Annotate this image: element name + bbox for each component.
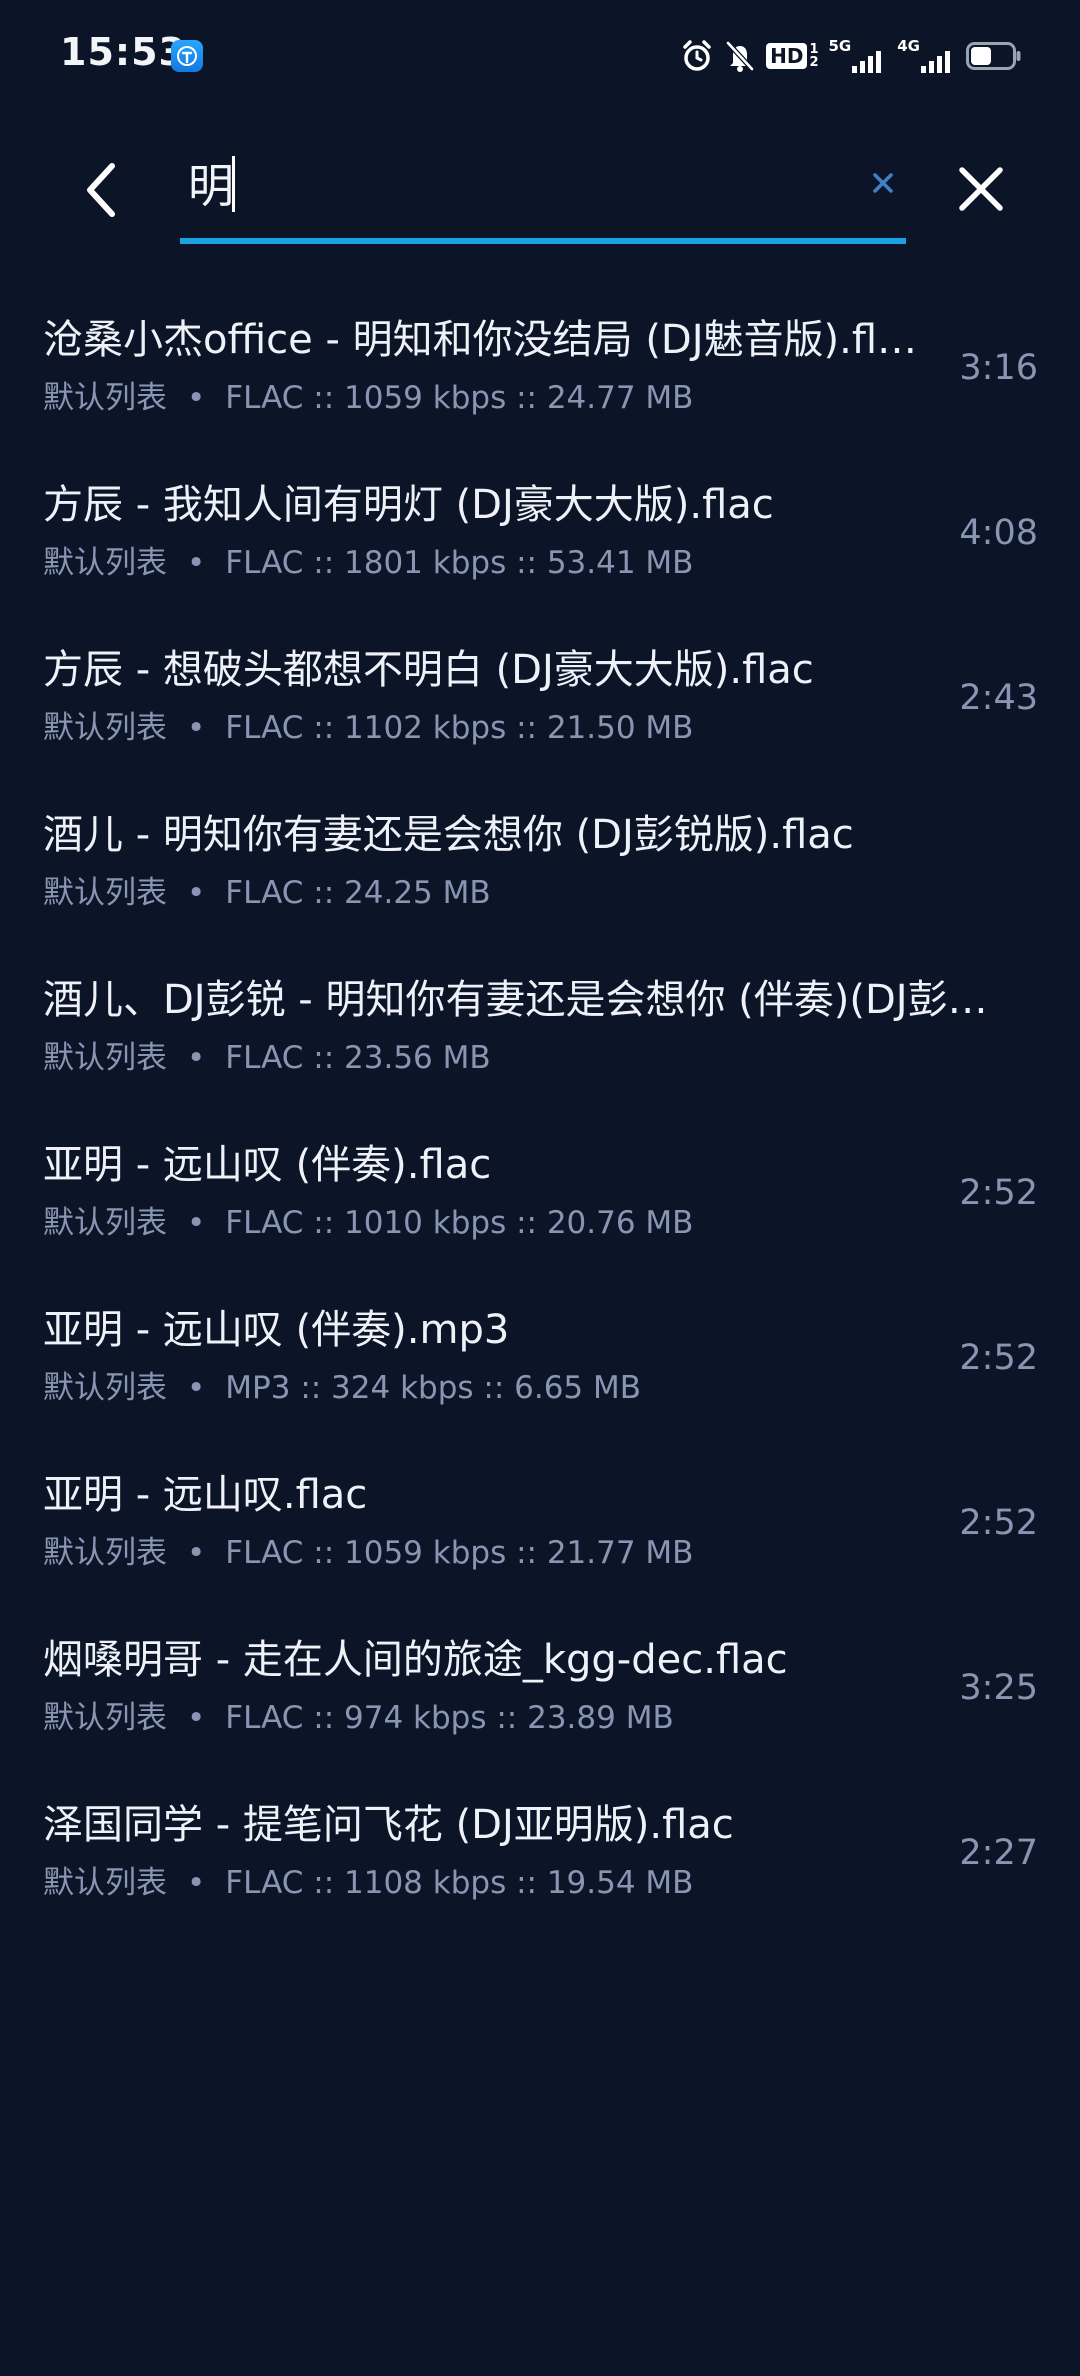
song-meta: 默认列表 • FLAC :: 1102 kbps :: 21.50 MB [43, 706, 693, 750]
song-title: 酒儿、DJ彭锐 - 明知你有妻还是会想你 (伴奏)(DJ彭… [43, 977, 988, 1023]
song-duration: 2:52 [959, 1173, 1038, 1213]
clear-search-button[interactable] [858, 158, 908, 208]
song-title: 方辰 - 想破头都想不明白 (DJ豪大大版).flac [43, 647, 814, 693]
playlist-name: 默认列表 [43, 1865, 167, 1901]
song-meta: 默认列表 • MP3 :: 324 kbps :: 6.65 MB [43, 1366, 641, 1410]
song-meta: 默认列表 • FLAC :: 1108 kbps :: 19.54 MB [43, 1861, 693, 1905]
playlist-name: 默认列表 [43, 1535, 167, 1571]
search-header [0, 130, 1080, 250]
signal-4g-icon: 4G [897, 38, 956, 74]
text-cursor [232, 156, 235, 212]
song-duration: 3:16 [959, 348, 1038, 388]
song-list-item[interactable]: 酒儿 - 明知你有妻还是会想你 (DJ彭锐版).flac默认列表 • FLAC ::… [0, 783, 1080, 948]
playlist-name: 默认列表 [43, 1700, 167, 1736]
hd-badge: HD [766, 43, 808, 69]
song-title: 方辰 - 我知人间有明灯 (DJ豪大大版).flac [43, 482, 774, 528]
song-title: 亚明 - 远山叹.flac [43, 1472, 368, 1518]
song-list-item[interactable]: 方辰 - 想破头都想不明白 (DJ豪大大版).flac默认列表 • FLAC :: … [0, 618, 1080, 783]
meta-separator: • [187, 1370, 206, 1406]
song-meta: 默认列表 • FLAC :: 1801 kbps :: 53.41 MB [43, 541, 693, 585]
status-icons: HD 1 2 5G 4G [680, 36, 1022, 76]
song-meta: 默认列表 • FLAC :: 1059 kbps :: 21.77 MB [43, 1531, 693, 1575]
playlist-name: 默认列表 [43, 1370, 167, 1406]
song-title: 沧桑小杰office - 明知和你没结局 (DJ魅音版).flac [43, 317, 923, 363]
song-list-item[interactable]: 酒儿、DJ彭锐 - 明知你有妻还是会想你 (伴奏)(DJ彭… 默认列表 • FLAC … [0, 948, 1080, 1113]
meta-separator: • [187, 380, 206, 416]
meta-separator: • [187, 545, 206, 581]
back-button[interactable] [70, 152, 130, 228]
file-details: FLAC :: 1102 kbps :: 21.50 MB [225, 710, 694, 746]
meta-separator: • [187, 1040, 206, 1076]
song-title: 烟嗓明哥 - 走在人间的旅途_kgg-dec.flac [43, 1637, 788, 1683]
song-duration: 2:52 [959, 1503, 1038, 1543]
file-details: FLAC :: 1801 kbps :: 53.41 MB [225, 545, 694, 581]
song-title: 亚明 - 远山叹 (伴奏).flac [43, 1142, 492, 1188]
playlist-name: 默认列表 [43, 1040, 167, 1076]
song-meta: 默认列表 • FLAC :: 23.56 MB [43, 1036, 491, 1080]
song-list-item[interactable]: 沧桑小杰office - 明知和你没结局 (DJ魅音版).flac 默认列表 • FL… [0, 288, 1080, 453]
song-duration: 2:52 [959, 1338, 1038, 1378]
song-list-item[interactable]: 烟嗓明哥 - 走在人间的旅途_kgg-dec.flac默认列表 • FLAC :: … [0, 1608, 1080, 1773]
battery-icon [966, 41, 1022, 71]
meta-separator: • [187, 710, 206, 746]
meta-separator: • [187, 1700, 206, 1736]
playlist-name: 默认列表 [43, 545, 167, 581]
file-details: FLAC :: 974 kbps :: 23.89 MB [225, 1700, 674, 1736]
song-duration: 2:43 [959, 678, 1038, 718]
close-search-button[interactable] [946, 154, 1016, 224]
close-icon [959, 167, 1003, 211]
song-duration: 3:25 [959, 1668, 1038, 1708]
file-details: FLAC :: 1010 kbps :: 20.76 MB [225, 1205, 694, 1241]
file-details: FLAC :: 1059 kbps :: 21.77 MB [225, 1535, 694, 1571]
clear-icon [873, 173, 893, 193]
search-box[interactable] [180, 130, 906, 244]
playlist-name: 默认列表 [43, 380, 167, 416]
alarm-icon [680, 39, 714, 73]
song-title: 泽国同学 - 提笔问飞花 (DJ亚明版).flac [43, 1802, 734, 1848]
song-list-item[interactable]: 泽国同学 - 提笔问飞花 (DJ亚明版).flac默认列表 • FLAC :: 11… [0, 1773, 1080, 1938]
song-list-item[interactable]: 亚明 - 远山叹 (伴奏).flac默认列表 • FLAC :: 1010 kbps… [0, 1113, 1080, 1278]
song-meta: 默认列表 • FLAC :: 24.25 MB [43, 871, 491, 915]
playlist-name: 默认列表 [43, 875, 167, 911]
net-4g-label: 4G [897, 37, 920, 55]
hd-sub-bottom: 2 [809, 55, 819, 70]
playlist-name: 默认列表 [43, 710, 167, 746]
meta-separator: • [187, 1205, 206, 1241]
meta-separator: • [187, 875, 206, 911]
playlist-name: 默认列表 [43, 1205, 167, 1241]
song-duration: 4:08 [959, 513, 1038, 553]
file-details: FLAC :: 1059 kbps :: 24.77 MB [225, 380, 694, 416]
signal-5g-icon: 5G [829, 38, 888, 74]
song-list-item[interactable]: 亚明 - 远山叹.flac默认列表 • FLAC :: 1059 kbps :: 2… [0, 1443, 1080, 1608]
song-meta: 默认列表 • FLAC :: 1010 kbps :: 20.76 MB [43, 1201, 693, 1245]
song-list-item[interactable]: 方辰 - 我知人间有明灯 (DJ豪大大版).flac默认列表 • FLAC :: 1… [0, 453, 1080, 618]
search-results-list: 沧桑小杰office - 明知和你没结局 (DJ魅音版).flac 默认列表 • FL… [0, 288, 1080, 1938]
song-duration: 2:27 [959, 1833, 1038, 1873]
meta-separator: • [187, 1865, 206, 1901]
meta-separator: • [187, 1535, 206, 1571]
net-5g-label: 5G [828, 37, 852, 55]
song-meta: 默认列表 • FLAC :: 1059 kbps :: 24.77 MB [43, 376, 693, 420]
chevron-left-icon [87, 163, 115, 217]
status-time: 15:53 [60, 30, 186, 74]
status-bar: 15:53 HD 1 2 5G 4G [0, 0, 1080, 110]
app-notification-icon [171, 40, 203, 72]
song-title: 酒儿 - 明知你有妻还是会想你 (DJ彭锐版).flac [43, 812, 854, 858]
song-title: 亚明 - 远山叹 (伴奏).mp3 [43, 1307, 510, 1353]
file-details: FLAC :: 1108 kbps :: 19.54 MB [225, 1865, 694, 1901]
file-details: MP3 :: 324 kbps :: 6.65 MB [225, 1370, 642, 1406]
silent-bell-icon [724, 39, 756, 73]
search-input[interactable] [188, 150, 828, 216]
file-details: FLAC :: 24.25 MB [225, 875, 491, 911]
song-meta: 默认列表 • FLAC :: 974 kbps :: 23.89 MB [43, 1696, 674, 1740]
file-details: FLAC :: 23.56 MB [225, 1040, 491, 1076]
hd-icon: HD 1 2 [766, 43, 819, 70]
song-list-item[interactable]: 亚明 - 远山叹 (伴奏).mp3默认列表 • MP3 :: 324 kbps ::… [0, 1278, 1080, 1443]
